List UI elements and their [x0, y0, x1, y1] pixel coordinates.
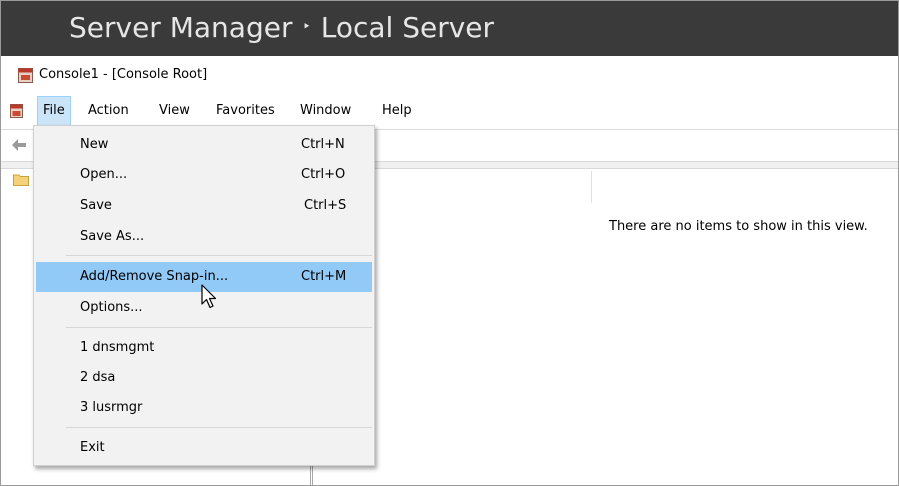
back-arrow-icon[interactable]: [11, 138, 27, 152]
menu-item-new[interactable]: New Ctrl+N: [36, 131, 372, 159]
menu-item-label: 3 lusrmgr: [80, 400, 143, 415]
menu-separator: [66, 327, 372, 328]
column-divider[interactable]: [591, 171, 592, 203]
menu-item-shortcut: Ctrl+M: [301, 269, 347, 284]
mouse-cursor-icon: [201, 284, 217, 309]
menu-item-label: Open...: [80, 167, 128, 182]
menu-item-exit[interactable]: Exit: [36, 434, 372, 462]
menu-item-open[interactable]: Open... Ctrl+O: [36, 161, 372, 189]
menu-action[interactable]: Action: [83, 96, 134, 126]
menu-item-recent-3[interactable]: 3 lusrmgr: [36, 394, 372, 422]
menu-help[interactable]: Help: [377, 96, 417, 126]
breadcrumb-server-manager[interactable]: Server Manager: [69, 11, 292, 44]
menu-item-label: 2 dsa: [80, 370, 116, 385]
menu-item-label: Exit: [80, 440, 105, 455]
breadcrumb-separator-icon: ‣: [302, 19, 311, 35]
window-title: Console1 - [Console Root]: [39, 67, 208, 82]
mmc-menu-icon[interactable]: [10, 104, 23, 118]
folder-icon[interactable]: [13, 173, 29, 186]
menu-file[interactable]: File: [37, 96, 71, 126]
menu-bar: [1, 96, 898, 126]
empty-view-message: There are no items to show in this view.: [609, 219, 868, 234]
mmc-console-icon: [18, 68, 33, 83]
menu-separator: [66, 255, 372, 256]
menu-item-label: Save As...: [80, 229, 145, 244]
menu-item-save-as[interactable]: Save As...: [36, 223, 372, 251]
server-manager-header: Server Manager ‣ Local Server: [1, 1, 898, 56]
menu-item-shortcut: Ctrl+N: [301, 137, 345, 152]
screenshot-frame: Server Manager ‣ Local Server Console1 - […: [0, 0, 899, 486]
menu-item-recent-1[interactable]: 1 dnsmgmt: [36, 334, 372, 362]
menu-separator: [66, 427, 372, 428]
menu-item-shortcut: Ctrl+O: [301, 167, 346, 182]
menu-item-label: New: [80, 137, 109, 152]
menu-item-label: 1 dnsmgmt: [80, 340, 155, 355]
menu-item-recent-2[interactable]: 2 dsa: [36, 364, 372, 392]
menu-window[interactable]: Window: [295, 96, 356, 126]
menu-item-label: Save: [80, 198, 112, 213]
menu-favorites[interactable]: Favorites: [211, 96, 280, 126]
server-manager-breadcrumb: Server Manager ‣ Local Server: [69, 5, 494, 50]
menu-item-save[interactable]: Save Ctrl+S: [36, 192, 372, 220]
breadcrumb-local-server: Local Server: [320, 11, 495, 44]
menu-view[interactable]: View: [154, 96, 195, 126]
menu-item-label: Options...: [80, 300, 143, 315]
menu-item-shortcut: Ctrl+S: [304, 198, 347, 213]
